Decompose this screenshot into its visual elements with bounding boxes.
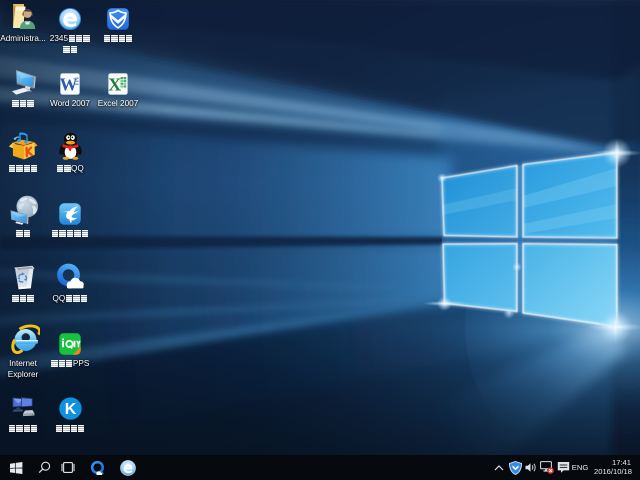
svg-text:K: K <box>64 401 76 418</box>
svg-text:W: W <box>60 75 78 95</box>
svg-text:X: X <box>108 75 121 95</box>
